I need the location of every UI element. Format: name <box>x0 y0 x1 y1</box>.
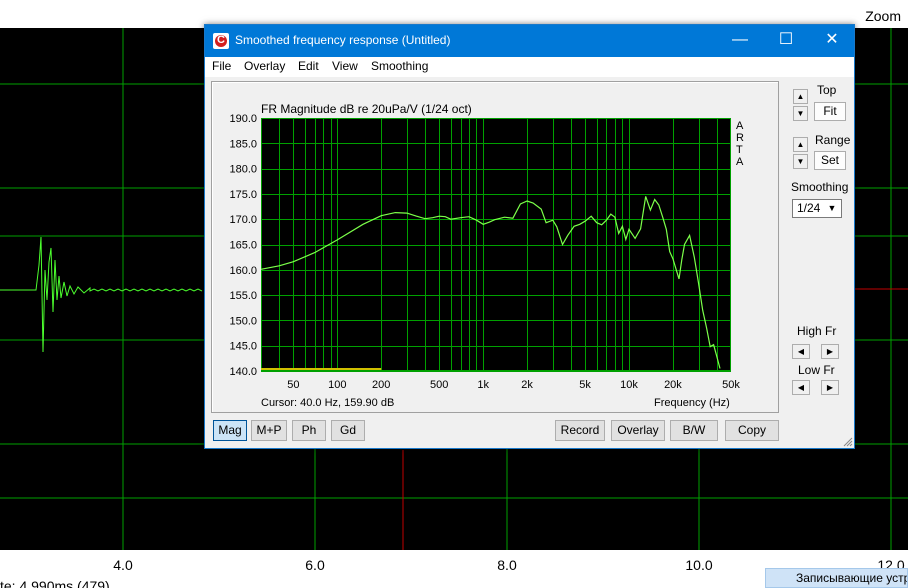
copy-button[interactable]: Copy <box>725 420 779 441</box>
high-fr-label: High Fr <box>797 324 837 338</box>
x-tick-label: 20k <box>664 379 682 391</box>
menu-overlay[interactable]: Overlay <box>244 59 285 73</box>
arta-letter: A <box>736 156 744 168</box>
y-tick-label: 165.0 <box>229 240 257 252</box>
arta-app-icon: C <box>213 33 229 49</box>
y-tick-label: 150.0 <box>229 315 257 327</box>
app-icon-letter: C <box>217 34 225 46</box>
impulse-x-tick: 6.0 <box>305 557 325 573</box>
y-tick-label: 170.0 <box>229 214 257 226</box>
taskbar-item-recording-devices[interactable]: Записывающие устр <box>765 568 908 588</box>
frequency-response-chart[interactable]: 190.0 185.0 180.0 175.0 170.0 165.0 160.0 155.0… <box>212 82 780 414</box>
y-tick-label: 185.0 <box>229 138 257 150</box>
ph-button[interactable]: Ph <box>292 420 326 441</box>
x-tick-label: 2k <box>521 379 533 391</box>
high-fr-right-arrow[interactable]: ▶ <box>821 344 839 359</box>
window-title: Smoothed frequency response (Untitled) <box>235 33 451 47</box>
y-tick-label: 160.0 <box>229 265 257 277</box>
menu-view[interactable]: View <box>332 59 358 73</box>
smoothing-value: 1/24 <box>797 201 821 215</box>
range-label: Range <box>815 133 851 147</box>
zoom-label[interactable]: Zoom <box>862 8 904 24</box>
menu-smoothing[interactable]: Smoothing <box>371 59 428 73</box>
smoothed-frequency-response-window: C Smoothed frequency response (Untitled)… <box>204 24 855 449</box>
high-fr-left-arrow[interactable]: ◀ <box>792 344 810 359</box>
x-tick-label: 500 <box>430 379 448 391</box>
impulse-x-tick: 8.0 <box>497 557 517 573</box>
close-button[interactable]: ✕ <box>809 25 855 57</box>
maximize-button[interactable]: ☐ <box>763 25 809 57</box>
arta-letter: T <box>736 144 743 156</box>
arta-letter: A <box>736 120 744 132</box>
resize-grip-icon[interactable] <box>843 437 853 447</box>
menu-file[interactable]: File <box>212 59 231 73</box>
x-tick-label: 100 <box>328 379 346 391</box>
low-fr-left-arrow[interactable]: ◀ <box>792 380 810 395</box>
frequency-response-chart-frame: 190.0 185.0 180.0 175.0 170.0 165.0 160.0 155.0… <box>211 81 779 413</box>
x-tick-label: 1k <box>477 379 489 391</box>
mag-button[interactable]: Mag <box>213 420 247 441</box>
x-axis-label: Frequency (Hz) <box>654 397 730 409</box>
x-tick-label: 50 <box>287 379 299 391</box>
x-tick-label: 50k <box>722 379 740 391</box>
cursor-readout: Cursor: 40.0 Hz, 159.90 dB <box>261 397 395 409</box>
set-button[interactable]: Set <box>814 151 846 170</box>
bw-button[interactable]: B/W <box>670 420 718 441</box>
impulse-x-axis: 4.0 6.0 8.0 10.0 12.0 te: 4.990ms (479) … <box>0 550 908 588</box>
record-button[interactable]: Record <box>555 420 605 441</box>
x-tick-label: 5k <box>579 379 591 391</box>
range-up-spin[interactable]: ▲ <box>793 137 808 152</box>
chart-title: FR Magnitude dB re 20uPa/V (1/24 oct) <box>261 102 472 116</box>
top-down-spin[interactable]: ▼ <box>793 106 808 121</box>
y-tick-label: 180.0 <box>229 164 257 176</box>
arta-letter: R <box>736 132 744 144</box>
minimize-button[interactable]: — <box>717 25 763 57</box>
title-bar[interactable]: C Smoothed frequency response (Untitled)… <box>205 25 854 57</box>
y-tick-label: 155.0 <box>229 290 257 302</box>
top-label: Top <box>817 83 837 97</box>
top-up-spin[interactable]: ▲ <box>793 89 808 104</box>
m-plus-p-button[interactable]: M+P <box>251 420 287 441</box>
menu-bar: File Overlay Edit View Smoothing <box>205 57 854 77</box>
x-tick-label: 10k <box>620 379 638 391</box>
chevron-down-icon: ▼ <box>827 203 837 213</box>
fit-button[interactable]: Fit <box>814 102 846 121</box>
gd-button[interactable]: Gd <box>331 420 365 441</box>
y-tick-label: 145.0 <box>229 341 257 353</box>
y-tick-label: 190.0 <box>229 113 257 125</box>
impulse-x-tick: 4.0 <box>113 557 133 573</box>
low-fr-label: Low Fr <box>798 363 835 377</box>
impulse-status-text: te: 4.990ms (479) <box>0 578 110 588</box>
range-down-spin[interactable]: ▼ <box>793 154 808 169</box>
overlay-button[interactable]: Overlay <box>611 420 665 441</box>
smoothing-select[interactable]: 1/24 ▼ <box>792 199 842 218</box>
y-tick-label: 175.0 <box>229 189 257 201</box>
low-fr-right-arrow[interactable]: ▶ <box>821 380 839 395</box>
smoothing-label: Smoothing <box>791 180 849 194</box>
impulse-x-tick: 10.0 <box>685 557 713 573</box>
x-tick-label: 200 <box>372 379 390 391</box>
menu-edit[interactable]: Edit <box>298 59 319 73</box>
y-tick-label: 140.0 <box>229 366 257 378</box>
